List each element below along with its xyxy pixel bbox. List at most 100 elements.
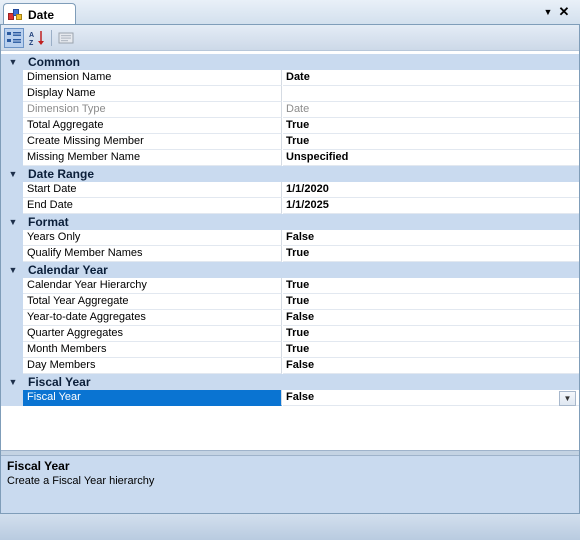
collapse-chevron-icon[interactable]: ▼ [7,216,19,228]
property-row[interactable]: Quarter Aggregates True [1,326,579,342]
property-value[interactable]: True [283,118,579,134]
property-row[interactable]: Qualify Member Names True [1,246,579,262]
property-name[interactable]: Years Only [23,230,282,246]
row-gutter [1,358,23,374]
property-row[interactable]: Total Aggregate True [1,118,579,134]
row-gutter [1,134,23,150]
property-name[interactable]: Qualify Member Names [23,246,282,262]
property-value[interactable]: True [283,134,579,150]
property-name[interactable]: Total Aggregate [23,118,282,134]
row-gutter [1,246,23,262]
property-row[interactable]: Calendar Year Hierarchy True [1,278,579,294]
category-label: Date Range [28,167,95,181]
property-name[interactable]: Start Date [23,182,282,198]
collapse-chevron-icon[interactable]: ▼ [7,56,19,68]
property-value[interactable]: False [283,390,579,406]
property-row[interactable]: Dimension Name Date [1,70,579,86]
property-value[interactable]: 1/1/2025 [283,198,579,214]
property-value[interactable]: False [283,230,579,246]
close-icon: ✕ [558,4,570,19]
property-value[interactable]: True [283,246,579,262]
property-name[interactable]: End Date [23,198,282,214]
property-value[interactable]: Date [283,102,579,118]
property-name[interactable]: Year-to-date Aggregates [23,310,282,326]
row-gutter [1,86,23,102]
collapse-chevron-icon[interactable]: ▼ [7,168,19,180]
tab-date[interactable]: Date [3,3,76,25]
chevron-down-icon: ▼ [543,7,553,17]
description-pane: Fiscal Year Create a Fiscal Year hierarc… [1,455,579,513]
status-bar [0,514,580,540]
property-row[interactable]: Start Date 1/1/2020 [1,182,579,198]
property-value[interactable] [283,86,579,102]
row-gutter [1,230,23,246]
categorized-button[interactable] [4,28,24,48]
property-value[interactable]: 1/1/2020 [283,182,579,198]
categorized-icon [7,32,21,43]
property-value[interactable]: Date [283,70,579,86]
category-header[interactable]: ▼ Fiscal Year [1,374,579,390]
property-row[interactable]: Missing Member Name Unspecified [1,150,579,166]
close-button[interactable]: ✕ [557,4,571,19]
row-gutter [1,70,23,86]
value-dropdown-button[interactable]: ▼ [559,391,576,406]
category-header[interactable]: ▼ Common [1,54,579,70]
property-value[interactable]: True [283,326,579,342]
document-tab-strip: Date ▼ ✕ [0,0,580,25]
property-name[interactable]: Day Members [23,358,282,374]
dimension-cube-icon [8,8,24,22]
svg-text:A: A [29,32,34,39]
property-row[interactable]: Month Members True [1,342,579,358]
row-gutter [1,390,23,406]
property-name[interactable]: Total Year Aggregate [23,294,282,310]
property-name[interactable]: Missing Member Name [23,150,282,166]
window-dropdown-button[interactable]: ▼ [541,5,555,19]
property-pages-button[interactable] [56,28,76,48]
property-row[interactable]: Total Year Aggregate True [1,294,579,310]
row-gutter [1,182,23,198]
property-name[interactable]: Dimension Name [23,70,282,86]
property-name[interactable]: Fiscal Year [23,390,282,406]
property-row[interactable]: Create Missing Member True [1,134,579,150]
property-value[interactable]: False [283,310,579,326]
property-value[interactable]: True [283,342,579,358]
property-value[interactable]: True [283,278,579,294]
property-value[interactable]: True [283,294,579,310]
property-name[interactable]: Dimension Type [23,102,282,118]
row-gutter [1,310,23,326]
property-grid: ▼ Common Dimension Name Date Display Name Dim… [1,54,579,450]
category-header[interactable]: ▼ Calendar Year [1,262,579,278]
property-value[interactable]: Unspecified [283,150,579,166]
svg-text:Z: Z [29,40,34,47]
category-header[interactable]: ▼ Format [1,214,579,230]
property-row[interactable]: Year-to-date Aggregates False [1,310,579,326]
row-gutter [1,342,23,358]
property-grid-window: A Z ▼ Common Dimension Name Date Display Nam… [0,24,580,514]
property-row[interactable]: Day Members False [1,358,579,374]
property-row[interactable]: End Date 1/1/2025 [1,198,579,214]
collapse-chevron-icon[interactable]: ▼ [7,376,19,388]
property-name[interactable]: Quarter Aggregates [23,326,282,342]
property-row[interactable]: Years Only False [1,230,579,246]
row-gutter [1,326,23,342]
description-text: Create a Fiscal Year hierarchy [7,475,155,487]
description-title: Fiscal Year [7,459,70,473]
row-gutter [1,102,23,118]
category-label: Common [28,55,80,69]
category-label: Calendar Year [28,263,108,277]
alphabetical-sort-icon: A Z [29,31,44,47]
tab-title: Date [28,7,55,22]
property-row[interactable]: Fiscal Year False ▼ [1,390,579,406]
property-name[interactable]: Display Name [23,86,282,102]
property-value[interactable]: False [283,358,579,374]
property-name[interactable]: Calendar Year Hierarchy [23,278,282,294]
property-row[interactable]: Display Name [1,86,579,102]
property-name[interactable]: Month Members [23,342,282,358]
property-row[interactable]: Dimension Type Date [1,102,579,118]
category-header[interactable]: ▼ Date Range [1,166,579,182]
row-gutter [1,294,23,310]
collapse-chevron-icon[interactable]: ▼ [7,264,19,276]
alphabetical-button[interactable]: A Z [27,28,47,48]
property-name[interactable]: Create Missing Member [23,134,282,150]
property-pages-icon [58,32,74,44]
